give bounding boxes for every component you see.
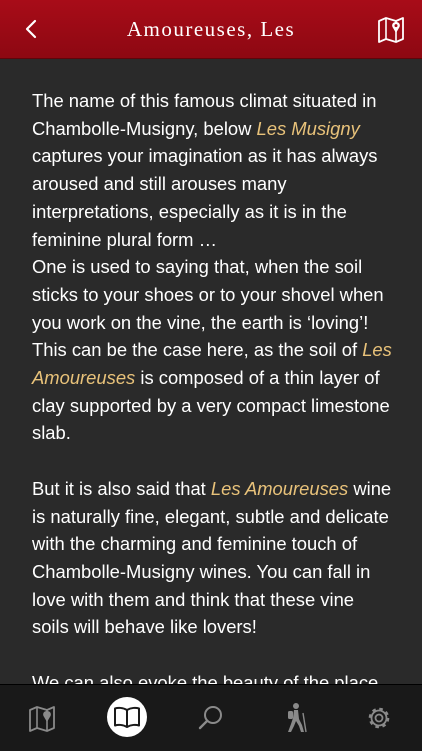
tab-settings[interactable]: [357, 696, 401, 740]
article-paragraph: We can also evoke the beauty of the plac…: [32, 669, 394, 684]
tab-bar: [0, 684, 422, 751]
book-icon: [114, 706, 140, 728]
article-paragraph: One is used to saying that, when the soi…: [32, 253, 394, 447]
tab-search[interactable]: [189, 696, 233, 740]
gear-icon: [368, 707, 390, 729]
article-scroll-area[interactable]: The name of this famous climat situated …: [0, 58, 422, 684]
tab-book[interactable]: [107, 697, 147, 737]
map-pin-icon: [378, 17, 404, 43]
tab-map[interactable]: [20, 696, 64, 740]
map-button[interactable]: [374, 12, 408, 46]
paragraph-text: We can also evoke the beauty of the plac…: [32, 671, 379, 684]
search-icon: [198, 706, 222, 730]
back-button[interactable]: [14, 14, 48, 44]
article-paragraph: The name of this famous climat situated …: [32, 87, 394, 253]
paragraph-text: But it is also said that: [32, 477, 211, 499]
climat-link-les-musigny[interactable]: Les Musigny: [257, 118, 360, 139]
paragraph-text: wine is naturally fine, elegant, subtle …: [32, 477, 392, 638]
climat-link-les-amoureuses[interactable]: Les Amoureuses: [211, 478, 348, 499]
article-body: The name of this famous climat situated …: [32, 87, 394, 684]
map-icon: [29, 706, 55, 732]
paragraph-text: captures your imagination as it has alwa…: [32, 145, 378, 250]
tab-walks[interactable]: [273, 696, 317, 740]
navigation-bar: Amoureuses, Les: [0, 0, 422, 59]
chevron-left-icon: [25, 19, 37, 39]
hiker-icon: [288, 703, 307, 733]
page-title: Amoureuses, Les: [126, 16, 296, 41]
article-paragraph: But it is also said that Les Amoureuses …: [32, 475, 394, 641]
paragraph-text: One is used to saying that, when the soi…: [32, 256, 384, 361]
